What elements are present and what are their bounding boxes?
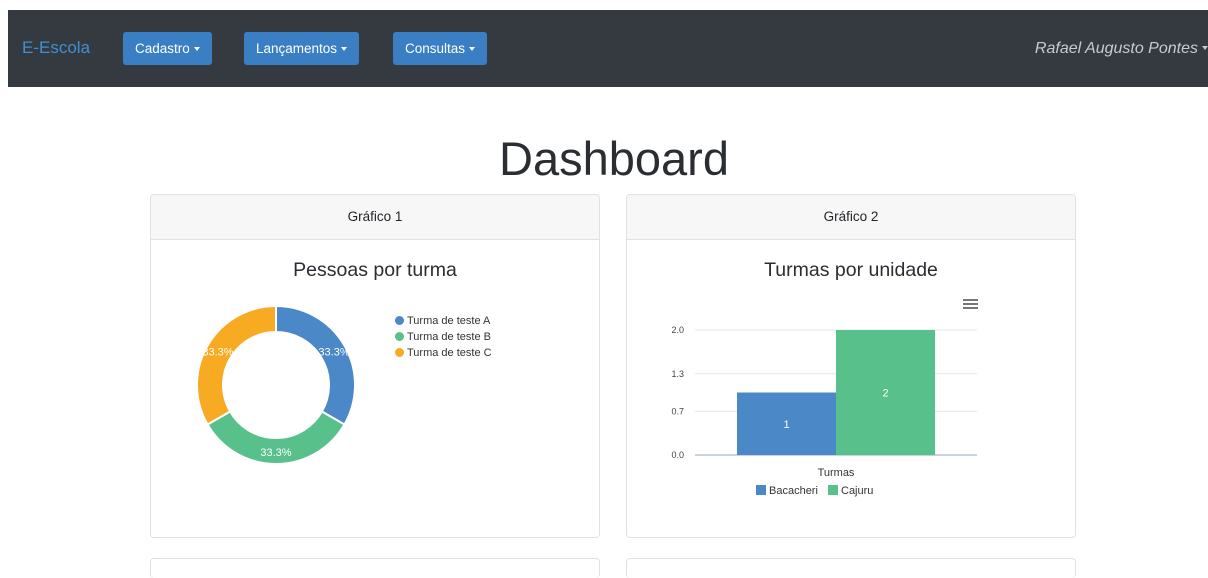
legend-item[interactable]: Turma de teste C [395,347,492,359]
y-tick-label: 0.0 [671,450,684,460]
legend-marker [756,485,766,495]
data-label: 33.3% [202,347,233,359]
legend-item[interactable]: Cajuru [828,485,873,497]
legend-marker [395,332,404,341]
legend-item[interactable]: Turma de teste A [395,315,490,327]
caret-down-icon [193,47,200,51]
legend-item[interactable]: Turma de teste B [395,331,491,343]
chart-card-4 [626,558,1076,578]
legend-label: Turma de teste C [407,347,492,359]
data-label: 1 [783,419,789,431]
legend-label: Turma de teste A [407,315,491,327]
data-label: 2 [882,388,888,400]
legend-label: Turma de teste B [407,331,491,343]
menu-lancamentos-button[interactable]: Lançamentos [244,32,360,65]
y-tick-label: 2.0 [671,325,684,335]
x-category-label: Turmas [818,467,855,479]
caret-down-icon [469,47,476,51]
legend-marker [395,316,404,325]
data-label: 33.3% [260,447,291,459]
menu-consultas-button[interactable]: Consultas [393,32,488,65]
legend-label: Bacacheri [769,485,818,497]
chart-card-1: Gráfico 1 Pessoas por turma 33.3% 33.3% 33… [150,194,600,538]
caret-down-icon [341,47,348,51]
chart-card-2: Gráfico 2 Turmas por unidade 0.0 0.7 1.3 2.… [626,194,1076,538]
legend-item[interactable]: Bacacheri [756,485,818,497]
legend-marker [828,485,838,495]
donut-chart: 33.3% 33.3% 33.3% [196,304,356,465]
menu-lancamentos-label: Lançamentos [256,41,338,56]
user-name: Rafael Augusto Pontes [1034,40,1198,57]
top-navbar: E-Escola Cadastro Lançamentos Consultas … [8,10,1208,87]
caret-down-icon [1202,46,1208,50]
y-tick-label: 0.7 [671,406,684,416]
menu-cadastro-button[interactable]: Cadastro [123,32,212,65]
menu-consultas-label: Consultas [405,41,466,56]
donut-slice[interactable] [275,304,356,426]
chart-card-3 [150,558,600,578]
y-tick-label: 1.3 [671,369,684,379]
legend-marker [395,348,404,357]
legend-label: Cajuru [841,485,874,497]
data-label: 33.3% [318,347,349,359]
donut-slice[interactable] [196,304,277,426]
user-menu[interactable]: Rafael Augusto Pontes [1035,40,1208,58]
menu-cadastro-label: Cadastro [135,41,190,56]
brand-link[interactable]: E-Escola [22,38,90,58]
page-title: Dashboard [499,132,729,185]
